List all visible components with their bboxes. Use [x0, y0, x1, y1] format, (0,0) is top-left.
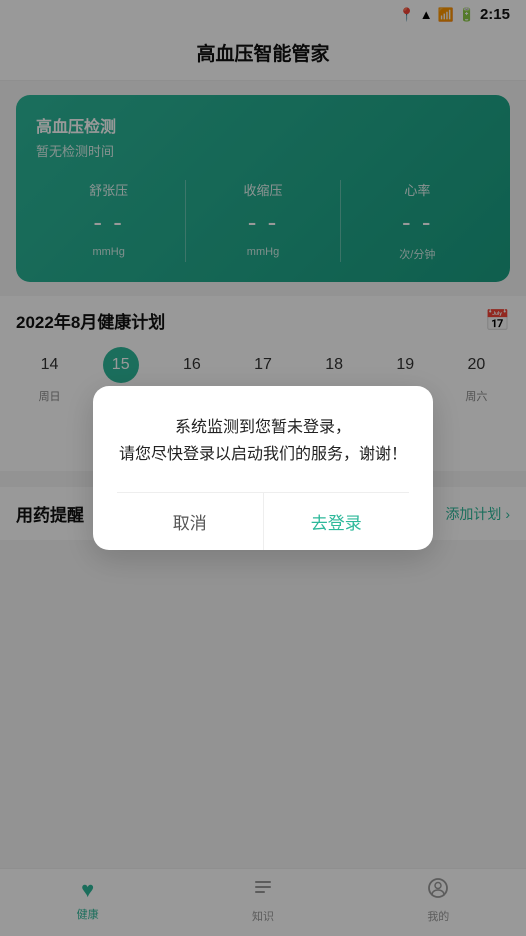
login-button[interactable]: 去登录 — [264, 493, 410, 550]
dialog-line2: 请您尽快登录以启动我们的服务，谢谢！ — [119, 446, 407, 463]
cancel-button[interactable]: 取消 — [117, 493, 264, 550]
dialog-buttons: 取消 去登录 — [117, 492, 409, 550]
dialog-message: 系统监测到您暂未登录， 请您尽快登录以启动我们的服务，谢谢！ — [117, 414, 409, 468]
dialog-overlay: 系统监测到您暂未登录， 请您尽快登录以启动我们的服务，谢谢！ 取消 去登录 — [0, 0, 526, 936]
dialog-line1: 系统监测到您暂未登录， — [175, 419, 351, 436]
login-dialog: 系统监测到您暂未登录， 请您尽快登录以启动我们的服务，谢谢！ 取消 去登录 — [93, 386, 433, 550]
